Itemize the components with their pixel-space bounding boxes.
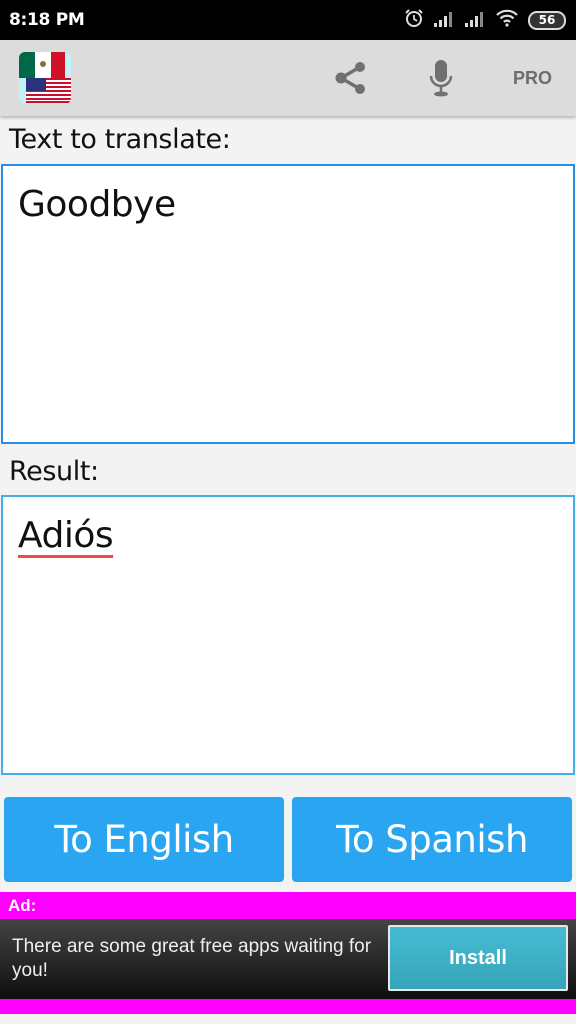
battery-icon: 56 (528, 10, 566, 30)
share-icon (335, 62, 365, 94)
wifi-icon (495, 9, 519, 32)
app-logo[interactable] (19, 52, 71, 104)
microphone-icon (429, 60, 453, 97)
pro-button[interactable]: PRO (513, 68, 552, 89)
ad-body[interactable]: There are some great free apps waiting f… (0, 919, 576, 999)
input-label: Text to translate: (9, 124, 231, 155)
to-spanish-button[interactable]: To Spanish (292, 797, 572, 882)
to-english-button[interactable]: To English (4, 797, 284, 882)
ad-banner: Ad: There are some great free apps waiti… (0, 892, 576, 1014)
result-text: Adiós (18, 515, 114, 556)
install-button[interactable]: Install (388, 925, 568, 991)
signal-icon (433, 9, 455, 32)
ad-label: Ad: (8, 896, 37, 915)
result-output[interactable]: Adiós (1, 495, 575, 775)
ad-text: There are some great free apps waiting f… (12, 936, 372, 981)
microphone-button[interactable] (421, 58, 461, 98)
alarm-icon (404, 8, 424, 33)
share-button[interactable] (331, 58, 371, 98)
status-time: 8:18 PM (9, 10, 85, 30)
status-bar: 8:18 PM 56 (0, 0, 576, 40)
status-icons: 56 (404, 8, 566, 33)
translate-input[interactable]: Goodbye (1, 164, 575, 444)
result-label: Result: (9, 456, 99, 487)
app-toolbar: PRO (0, 40, 576, 116)
input-text: Goodbye (18, 184, 176, 225)
signal-icon (464, 9, 486, 32)
